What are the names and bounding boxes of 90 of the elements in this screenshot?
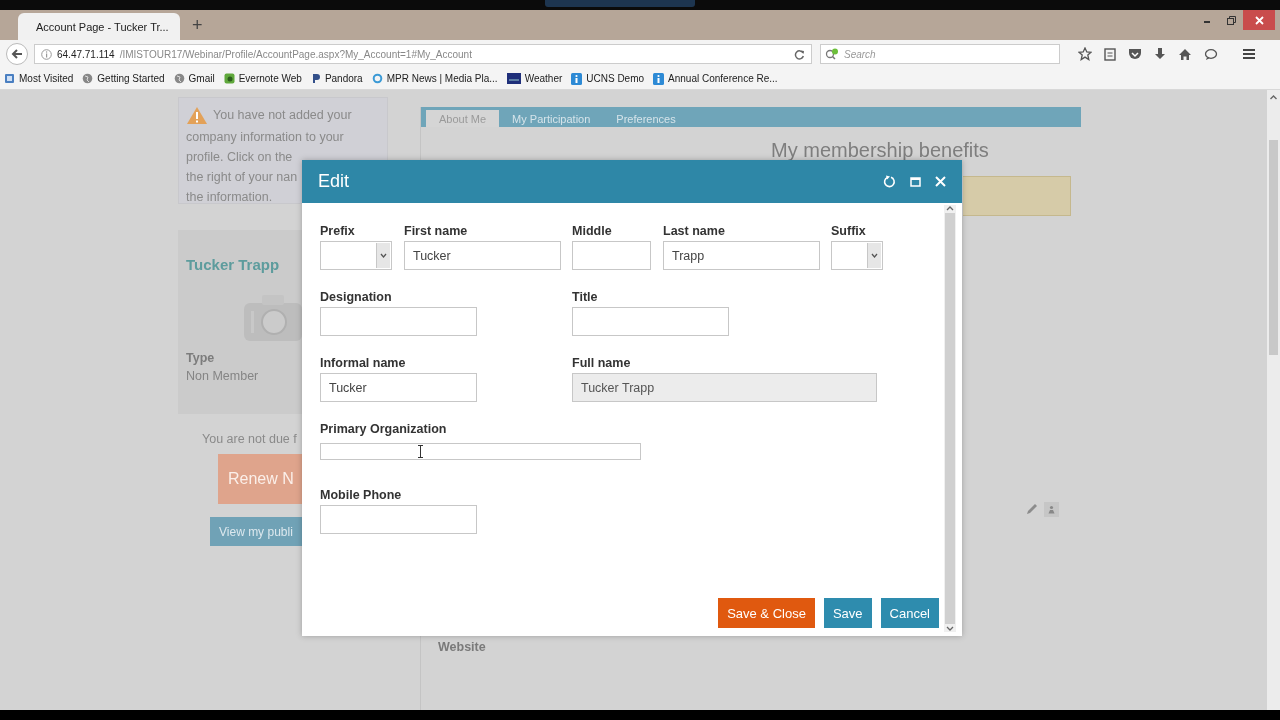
type-value: Non Member	[186, 369, 259, 383]
url-path: /IMISTOUR17/Webinar/Profile/AccountPage.aspx?My_Account=1#My_Account	[119, 48, 473, 60]
info-icon	[571, 72, 583, 85]
bookmark-link[interactable]: Getting Started	[97, 73, 165, 84]
maximize-icon[interactable]	[910, 176, 921, 187]
bookmark-link[interactable]: MPR News | Media Pla...	[386, 73, 498, 84]
text-field[interactable]	[320, 505, 477, 534]
field-label: Informal name	[320, 356, 407, 370]
field-label: Title	[572, 290, 599, 304]
close-window-button[interactable]	[1243, 10, 1275, 30]
field-label: Mobile Phone	[320, 488, 403, 502]
text-field[interactable]: Tucker	[404, 241, 561, 270]
field-label: Primary Organization	[320, 422, 448, 436]
dialog-button[interactable]: Save & Close	[718, 598, 815, 628]
text-field[interactable]: Trapp	[663, 241, 820, 270]
back-button[interactable]	[6, 43, 28, 65]
download-icon[interactable]	[1154, 47, 1166, 61]
star-icon[interactable]	[1078, 47, 1092, 61]
bookmark-link[interactable]: Annual Conference Re...	[668, 73, 778, 84]
restore-icon[interactable]	[1226, 15, 1236, 25]
camera-icon	[242, 293, 302, 343]
field-label: Prefix	[320, 224, 356, 238]
address-bar[interactable]: 64.47.71.114 /IMISTOUR17/Webinar/Profile/AccountPage.aspx?My_Account=1#My_Account	[34, 44, 812, 64]
dialog-title: Edit	[318, 171, 351, 192]
caret-icon	[871, 253, 878, 258]
chat-icon[interactable]	[1204, 47, 1218, 61]
field-label: Full name	[572, 356, 632, 370]
field-label: Suffix	[831, 224, 867, 238]
scroll-down-icon[interactable]	[946, 626, 954, 632]
ring-icon	[371, 73, 383, 84]
page-scrollbar[interactable]	[1267, 90, 1280, 710]
close-icon	[1254, 15, 1264, 25]
text-field[interactable]: Tucker	[320, 373, 477, 402]
field-label: First name	[404, 224, 469, 238]
alert-text: You have not added your	[213, 108, 352, 123]
info-icon[interactable]	[41, 48, 52, 60]
bookmark-link[interactable]: Weather	[524, 73, 563, 84]
url-host: 64.47.71.114	[57, 48, 115, 60]
bookmark-link[interactable]: Gmail	[188, 73, 215, 84]
alert-text: the information.	[186, 190, 273, 205]
bookmark-link[interactable]: Most Visited	[19, 73, 74, 84]
field-label: Middle	[572, 224, 613, 238]
pandora-icon	[310, 73, 321, 84]
dialog-scrollbar[interactable]	[944, 205, 956, 632]
text-cursor-icon	[417, 445, 424, 458]
close-icon[interactable]	[935, 176, 946, 187]
bookmark-link[interactable]: Pandora	[324, 73, 363, 84]
elephant-icon	[223, 73, 235, 84]
field-label: Designation	[320, 290, 393, 304]
scrollbar-thumb[interactable]	[1269, 140, 1278, 355]
back-arrow-icon	[11, 48, 23, 60]
text-field[interactable]	[320, 307, 477, 336]
dialog-button[interactable]: Save	[823, 598, 872, 628]
new-tab-button[interactable]: +	[188, 15, 207, 36]
bookmarks-icon	[4, 73, 15, 84]
clipboard-icon[interactable]	[1104, 47, 1116, 61]
dues-text: You are not due f	[202, 432, 298, 446]
scroll-up-icon[interactable]	[1269, 93, 1278, 102]
pocket-icon[interactable]	[1128, 47, 1142, 61]
profile-name: Tucker Trapp	[186, 256, 280, 273]
dialog-button[interactable]: Cancel	[880, 598, 939, 628]
menu-icon[interactable]	[1242, 48, 1256, 60]
text-field[interactable]	[572, 241, 651, 270]
bookmark-link[interactable]: Evernote Web	[238, 73, 302, 84]
type-label: Type	[186, 351, 215, 365]
refresh-icon[interactable]	[883, 175, 896, 188]
text-field[interactable]	[572, 307, 729, 336]
bookmark-link[interactable]: UCNS Demo	[586, 73, 645, 84]
search-icon	[825, 48, 841, 60]
text-field[interactable]	[320, 443, 641, 460]
globe-icon	[82, 73, 94, 84]
weather-icon	[506, 73, 521, 84]
reload-icon[interactable]	[794, 48, 805, 60]
website-label: Website	[438, 640, 487, 654]
scrollbar-thumb[interactable]	[945, 213, 955, 624]
person-icon	[1048, 505, 1055, 514]
pencil-icon[interactable]	[1025, 503, 1038, 516]
person-button[interactable]	[1044, 502, 1059, 517]
alert-text: company information to your	[186, 130, 344, 145]
warning-icon	[186, 106, 208, 125]
section-heading: My membership benefits	[771, 138, 989, 162]
field-label: Last name	[663, 224, 726, 238]
caret-icon	[380, 253, 387, 258]
alert-text: the right of your nan	[186, 170, 298, 185]
alert-text: profile. Click on the	[186, 150, 293, 165]
info-icon	[653, 72, 665, 85]
home-icon[interactable]	[1178, 47, 1192, 61]
globe-icon	[173, 73, 185, 84]
browser-tab[interactable]: Account Page - Tucker Tr...	[18, 13, 180, 40]
scroll-up-icon[interactable]	[946, 205, 954, 211]
